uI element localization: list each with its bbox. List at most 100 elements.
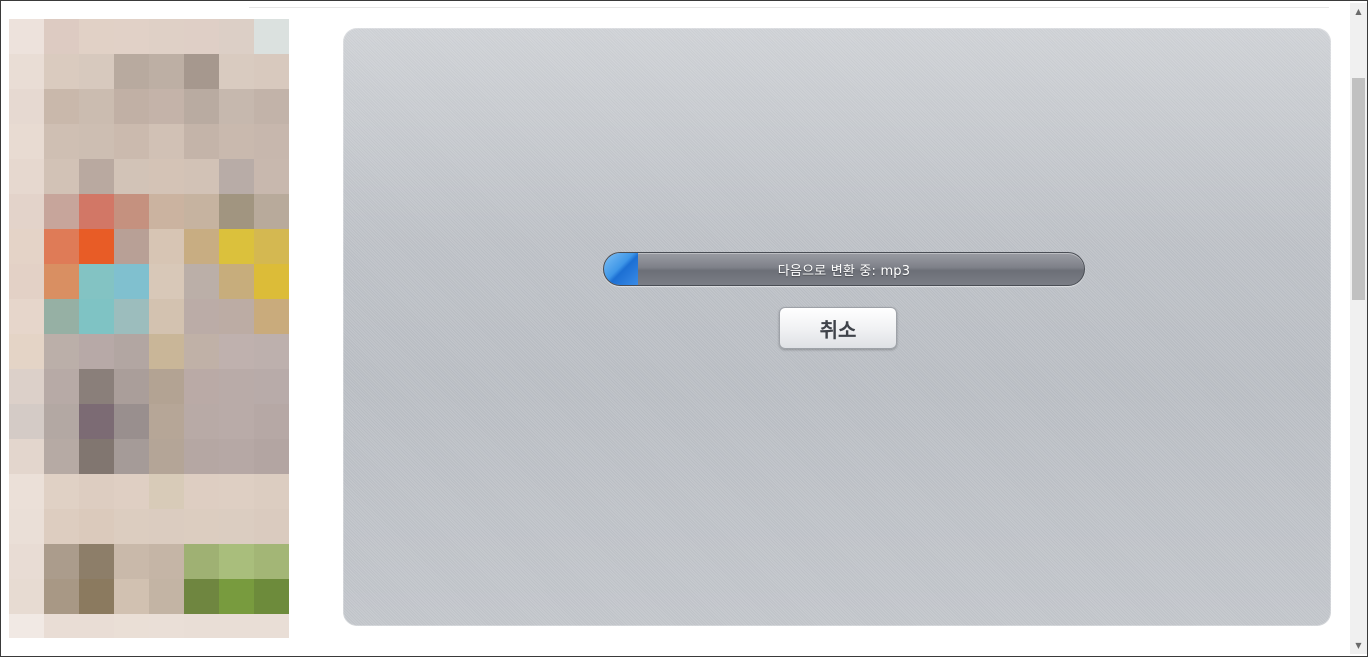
ad-mosaic-tile bbox=[114, 124, 149, 159]
ad-mosaic-tile bbox=[9, 369, 44, 404]
ad-mosaic-tile bbox=[149, 299, 184, 334]
ad-mosaic-tile bbox=[114, 509, 149, 544]
cancel-button[interactable]: 취소 bbox=[779, 307, 897, 349]
ad-mosaic-tile bbox=[44, 124, 79, 159]
ad-mosaic-tile bbox=[79, 579, 114, 614]
ad-mosaic-tile bbox=[219, 229, 254, 264]
ad-mosaic-tile bbox=[254, 54, 289, 89]
ad-mosaic-tile bbox=[44, 544, 79, 579]
ad-mosaic-tile bbox=[289, 194, 324, 229]
browser-viewport: 다음으로 변환 중: mp3 취소 ▲ ▼ bbox=[0, 0, 1368, 657]
ad-mosaic-tile bbox=[289, 19, 324, 54]
ad-mosaic-tile bbox=[9, 334, 44, 369]
ad-mosaic-tile bbox=[184, 299, 219, 334]
ad-mosaic-tile bbox=[289, 579, 324, 614]
ad-mosaic-tile bbox=[254, 89, 289, 124]
ad-mosaic-tile bbox=[289, 264, 324, 299]
ad-mosaic-tile bbox=[114, 54, 149, 89]
ad-mosaic-tile bbox=[9, 19, 44, 54]
ad-mosaic-tile bbox=[219, 194, 254, 229]
ad-mosaic-tile bbox=[289, 229, 324, 264]
ad-mosaic-tile bbox=[44, 369, 79, 404]
ad-mosaic-tile bbox=[184, 229, 219, 264]
ad-mosaic-tile bbox=[254, 544, 289, 579]
ad-mosaic-tile bbox=[149, 194, 184, 229]
ad-mosaic-tile bbox=[219, 474, 254, 509]
ad-mosaic-tile bbox=[79, 19, 114, 54]
ad-mosaic-tile bbox=[289, 474, 324, 509]
conversion-progress-bar: 다음으로 변환 중: mp3 bbox=[603, 252, 1085, 286]
ad-mosaic-tile bbox=[114, 19, 149, 54]
ad-mosaic-tile bbox=[114, 159, 149, 194]
ad-mosaic-tile bbox=[254, 404, 289, 439]
ad-mosaic-tile bbox=[254, 579, 289, 614]
scrollbar-thumb[interactable] bbox=[1352, 78, 1365, 300]
ad-mosaic-tile bbox=[149, 614, 184, 638]
ad-mosaic-tile bbox=[44, 89, 79, 124]
ad-mosaic-tile bbox=[184, 334, 219, 369]
ad-mosaic-tile bbox=[79, 544, 114, 579]
ad-mosaic-tile bbox=[289, 369, 324, 404]
ad-mosaic-tile bbox=[9, 509, 44, 544]
ad-mosaic-tile bbox=[219, 19, 254, 54]
ad-mosaic-tile bbox=[149, 439, 184, 474]
ad-mosaic-tile bbox=[184, 369, 219, 404]
ad-mosaic-tile bbox=[289, 124, 324, 159]
ad-mosaic-tile bbox=[114, 614, 149, 638]
ad-mosaic-tile bbox=[149, 509, 184, 544]
ad-mosaic-tile bbox=[114, 89, 149, 124]
ad-mosaic-tile bbox=[149, 124, 184, 159]
ad-mosaic-tile bbox=[289, 54, 324, 89]
ad-mosaic-tile bbox=[219, 159, 254, 194]
ad-mosaic-tile bbox=[44, 474, 79, 509]
ad-mosaic-tile bbox=[149, 404, 184, 439]
ad-mosaic-tile bbox=[254, 474, 289, 509]
ad-mosaic-tile bbox=[219, 439, 254, 474]
ad-mosaic-tile bbox=[9, 264, 44, 299]
ad-mosaic-tile bbox=[9, 439, 44, 474]
ad-mosaic-tile bbox=[79, 264, 114, 299]
ad-mosaic-tile bbox=[149, 19, 184, 54]
ad-mosaic-tile bbox=[114, 194, 149, 229]
ad-mosaic-tile bbox=[9, 194, 44, 229]
pixelated-ad-image[interactable] bbox=[9, 19, 324, 638]
ad-mosaic-tile bbox=[79, 229, 114, 264]
ad-mosaic-tile bbox=[254, 19, 289, 54]
ad-mosaic-tile bbox=[9, 404, 44, 439]
ad-mosaic-tile bbox=[219, 299, 254, 334]
vertical-scrollbar[interactable]: ▲ ▼ bbox=[1350, 3, 1367, 654]
ad-mosaic-tile bbox=[114, 439, 149, 474]
ad-mosaic-tile bbox=[79, 89, 114, 124]
ad-mosaic-tile bbox=[9, 54, 44, 89]
ad-mosaic-tile bbox=[289, 404, 324, 439]
ad-mosaic-tile bbox=[219, 124, 254, 159]
ad-mosaic-tile bbox=[9, 124, 44, 159]
ad-mosaic-tile bbox=[254, 124, 289, 159]
ad-mosaic-tile bbox=[254, 369, 289, 404]
ad-mosaic-tile bbox=[79, 369, 114, 404]
ad-mosaic-tile bbox=[254, 159, 289, 194]
ad-mosaic-tile bbox=[149, 54, 184, 89]
triangle-down-icon[interactable]: ▼ bbox=[1350, 637, 1367, 654]
ad-mosaic-tile bbox=[44, 19, 79, 54]
ad-mosaic-tile bbox=[219, 404, 254, 439]
ad-mosaic-tile bbox=[289, 159, 324, 194]
ad-mosaic-tile bbox=[149, 89, 184, 124]
ad-mosaic-tile bbox=[44, 404, 79, 439]
triangle-up-icon[interactable]: ▲ bbox=[1350, 3, 1367, 20]
ad-mosaic-tile bbox=[9, 229, 44, 264]
ad-mosaic-tile bbox=[79, 614, 114, 638]
ad-mosaic-tile bbox=[114, 404, 149, 439]
ad-mosaic-tile bbox=[289, 299, 324, 334]
ad-mosaic-tile bbox=[184, 124, 219, 159]
ad-mosaic-tile bbox=[79, 194, 114, 229]
ad-mosaic-tile bbox=[9, 299, 44, 334]
ad-mosaic-tile bbox=[184, 614, 219, 638]
ad-mosaic-tile bbox=[79, 334, 114, 369]
ad-mosaic-tile bbox=[184, 194, 219, 229]
ad-mosaic-tile bbox=[44, 159, 79, 194]
ad-mosaic-tile bbox=[114, 264, 149, 299]
ad-mosaic-tile bbox=[219, 264, 254, 299]
ad-mosaic-tile bbox=[44, 614, 79, 638]
top-divider bbox=[249, 7, 1329, 8]
